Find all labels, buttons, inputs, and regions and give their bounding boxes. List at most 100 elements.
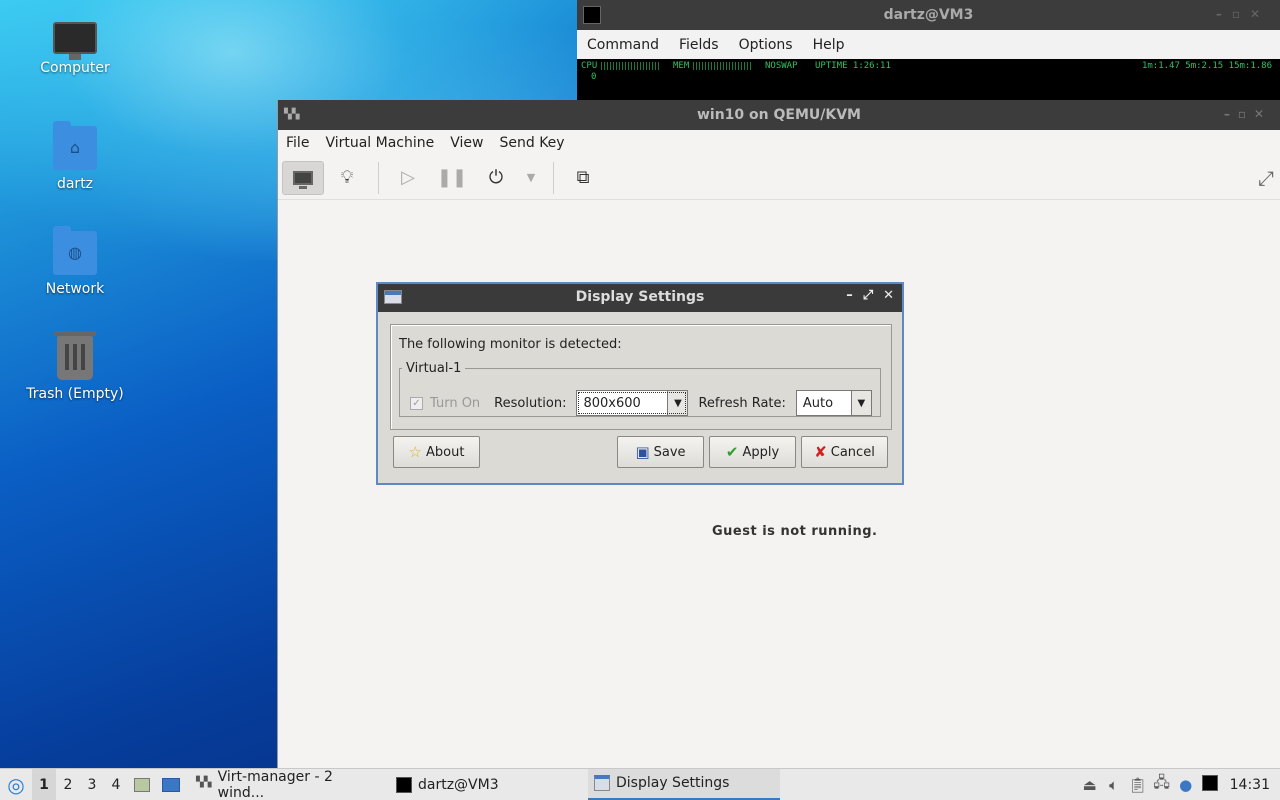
- virt-manager-icon: ▚▚: [196, 776, 212, 788]
- home-folder-icon: ⌂: [53, 121, 97, 170]
- window-controls[interactable]: –▫✕: [1216, 7, 1270, 21]
- task-label: Display Settings: [616, 775, 730, 791]
- snapshots-button[interactable]: ⧉: [562, 161, 604, 195]
- desktop-icon-label: dartz: [56, 176, 94, 192]
- vm-menubar: File Virtual Machine View Send Key: [278, 130, 1280, 156]
- clock[interactable]: 14:31: [1222, 777, 1280, 793]
- about-label: About: [426, 444, 465, 460]
- system-tray: ⏏ 🔈︎ 📋︎ 🖧 ● 14:31: [1078, 772, 1280, 797]
- floppy-icon: ▣: [635, 443, 650, 461]
- monitor-name: Virtual-1: [406, 361, 462, 376]
- task-display-settings[interactable]: Display Settings: [588, 768, 780, 800]
- notification-icon[interactable]: ●: [1174, 776, 1198, 794]
- workspace-2[interactable]: 2: [56, 769, 80, 800]
- monitor-group: Virtual-1 ✓ Turn On Resolution: 800x600 …: [399, 361, 881, 417]
- desktop-icon: [162, 777, 180, 792]
- mem-graph: [693, 61, 753, 70]
- network-icon[interactable]: 🖧: [1150, 772, 1174, 797]
- terminal-title: dartz@VM3: [883, 7, 974, 23]
- volume-icon[interactable]: 🔈︎: [1102, 776, 1126, 794]
- monitor-icon: [293, 170, 313, 189]
- toolbar-separator: [378, 161, 379, 194]
- shutdown-menu-button[interactable]: ▼: [519, 161, 543, 195]
- eject-icon[interactable]: ⏏: [1078, 776, 1102, 794]
- cancel-x-icon: ✘: [814, 443, 827, 461]
- run-button[interactable]: ▷: [387, 161, 429, 195]
- about-button[interactable]: ☆ About: [393, 436, 480, 468]
- dialog-title: Display Settings: [575, 289, 705, 305]
- load-average: 1m:1.47 5m:2.15 15m:1.86: [1141, 61, 1272, 71]
- minimize-icon[interactable]: –: [846, 288, 853, 303]
- window-controls[interactable]: –▫✕: [1224, 107, 1272, 121]
- pause-button[interactable]: ❚❚: [431, 161, 473, 195]
- shutdown-button[interactable]: ⏻: [475, 161, 517, 195]
- console-view-button[interactable]: [282, 160, 324, 195]
- uptime-label: UPTIME 1:26:11: [815, 61, 891, 71]
- desktop-icon-network[interactable]: ◍ Network: [20, 226, 130, 297]
- fullscreen-icon[interactable]: ⤢: [1258, 166, 1274, 190]
- checkmark-icon: ✔: [725, 443, 739, 461]
- display-settings-icon: [594, 775, 610, 791]
- close-icon[interactable]: ✕: [883, 288, 894, 303]
- cpu-monitor-icon[interactable]: [1198, 774, 1222, 795]
- start-menu-icon: ◎: [7, 772, 25, 797]
- resolution-select[interactable]: 800x600 ▼: [576, 390, 689, 416]
- vm-titlebar[interactable]: ▚▚ win10 on QEMU/KVM –▫✕: [278, 100, 1280, 130]
- workspace-3[interactable]: 3: [80, 769, 104, 800]
- task-label: Virt-manager - 2 wind...: [217, 768, 333, 800]
- play-icon: ▷: [401, 167, 415, 188]
- desktop-icon-label: Network: [45, 281, 105, 297]
- terminal-icon: [396, 776, 412, 793]
- display-settings-dialog[interactable]: Display Settings – ⤢ ✕ The following mon…: [376, 282, 904, 485]
- guest-status: Guest is not running.: [712, 524, 878, 539]
- apply-label: Apply: [742, 444, 780, 460]
- toolbar-separator: [553, 161, 554, 194]
- menu-file[interactable]: File: [286, 135, 309, 151]
- desktop-icon-trash[interactable]: Trash (Empty): [20, 331, 130, 402]
- network-folder-icon: ◍: [53, 226, 97, 275]
- maximize-icon[interactable]: ⤢: [863, 288, 873, 303]
- save-button[interactable]: ▣ Save: [617, 436, 704, 468]
- noswap-label: NOSWAP: [765, 61, 798, 71]
- turn-on-label: Turn On: [430, 395, 481, 411]
- vm-title: win10 on QEMU/KVM: [696, 107, 861, 123]
- menu-virtual-machine[interactable]: Virtual Machine: [325, 135, 434, 151]
- desktop-icon-computer[interactable]: Computer: [20, 18, 130, 76]
- start-menu-button[interactable]: ◎: [0, 769, 32, 800]
- task-label: dartz@VM3: [418, 776, 499, 793]
- monitor-panel: The following monitor is detected: Virtu…: [390, 324, 892, 430]
- dialog-controls: – ⤢ ✕: [846, 288, 894, 303]
- chevron-down-icon: ▼: [526, 171, 536, 184]
- menu-view[interactable]: View: [450, 135, 483, 151]
- detected-label: The following monitor is detected:: [399, 337, 622, 352]
- turn-on-checkbox[interactable]: ✓: [410, 396, 423, 410]
- show-desktop-launcher[interactable]: [156, 769, 186, 800]
- menu-help[interactable]: Help: [813, 37, 845, 53]
- monitor-settings-row: ✓ Turn On Resolution: 800x600 ▼ Refresh …: [410, 390, 872, 416]
- task-virt-manager[interactable]: ▚▚ Virt-manager - 2 wind...: [190, 769, 386, 800]
- desktop-icon-label: Computer: [40, 60, 110, 76]
- star-icon: ☆: [408, 443, 422, 461]
- details-view-button[interactable]: 💡︎: [326, 161, 368, 195]
- menu-send-key[interactable]: Send Key: [499, 135, 564, 151]
- workspace-4[interactable]: 4: [104, 769, 128, 800]
- dialog-titlebar[interactable]: Display Settings – ⤢ ✕: [378, 284, 902, 312]
- menu-command[interactable]: Command: [587, 37, 659, 53]
- menu-options[interactable]: Options: [739, 37, 793, 53]
- terminal-titlebar[interactable]: dartz@VM3 –▫✕: [577, 0, 1280, 30]
- taskbar: ◎ 1 2 3 4 ▚▚ Virt-manager - 2 wind... da…: [0, 768, 1280, 800]
- cancel-button[interactable]: ✘ Cancel: [801, 436, 888, 468]
- system-monitor: CPU 0 MEM NOSWAP UPTIME 1:26:11 1m:1.47 …: [577, 59, 1280, 100]
- refresh-rate-select[interactable]: Auto ▼: [795, 390, 872, 416]
- file-manager-launcher[interactable]: [128, 769, 156, 800]
- task-terminal[interactable]: dartz@VM3: [390, 769, 584, 800]
- cancel-label: Cancel: [830, 444, 875, 460]
- menu-fields[interactable]: Fields: [679, 37, 719, 53]
- desktop-icon-home[interactable]: ⌂ dartz: [20, 121, 130, 192]
- workspace-1[interactable]: 1: [32, 768, 56, 800]
- clipboard-icon[interactable]: 📋︎: [1126, 776, 1150, 794]
- apply-button[interactable]: ✔ Apply: [709, 436, 796, 468]
- chevron-down-icon: ▼: [667, 391, 688, 415]
- terminal-window[interactable]: dartz@VM3 –▫✕ Command Fields Options Hel…: [577, 0, 1280, 100]
- desktop-icon-label: Trash (Empty): [26, 386, 124, 402]
